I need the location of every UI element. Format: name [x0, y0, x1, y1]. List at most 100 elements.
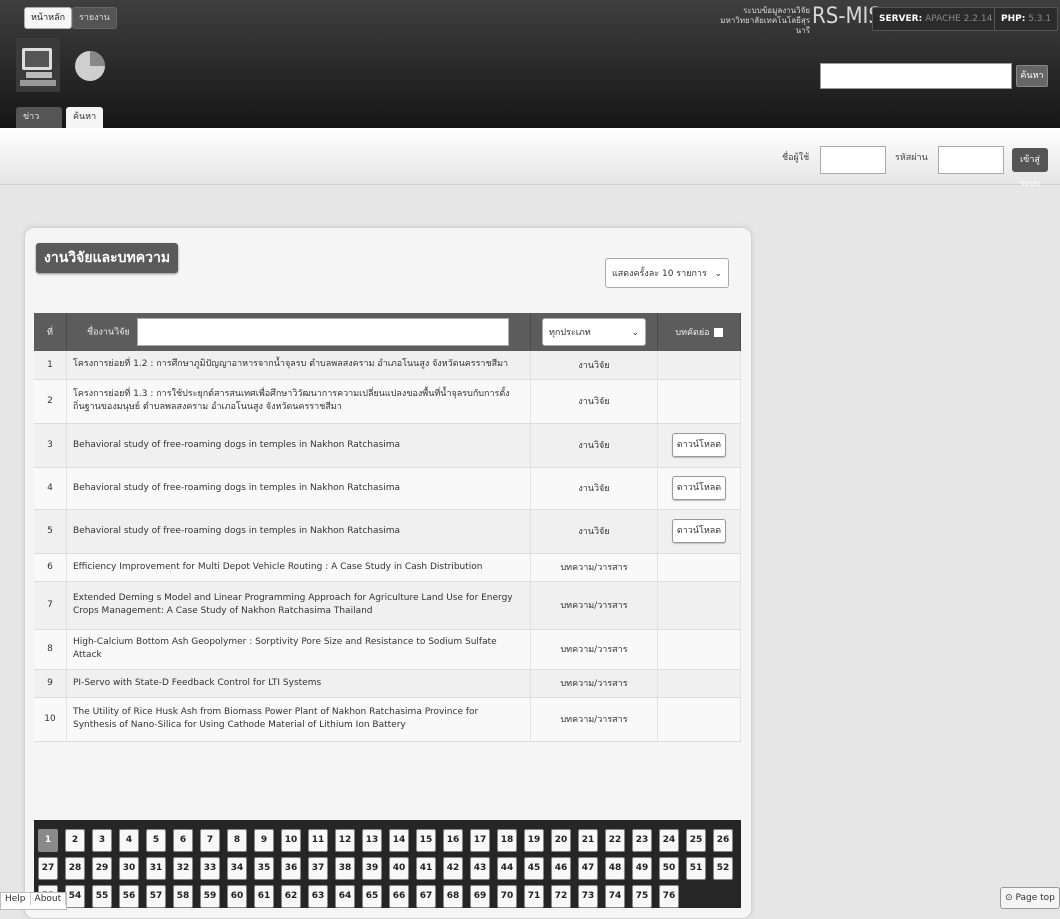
page-button[interactable]: 21	[578, 829, 598, 852]
page-button[interactable]: 18	[497, 829, 517, 852]
page-button[interactable]: 34	[227, 857, 247, 880]
computer-icon[interactable]	[16, 38, 60, 92]
page-button[interactable]: 44	[497, 857, 517, 880]
page-button[interactable]: 19	[524, 829, 544, 852]
page-button[interactable]: 30	[119, 857, 139, 880]
page-button[interactable]: 3	[92, 829, 112, 852]
download-button[interactable]: ดาวน์โหลด	[672, 476, 726, 500]
page-button[interactable]: 8	[227, 829, 247, 852]
page-button[interactable]: 76	[659, 885, 679, 908]
page-button[interactable]: 37	[308, 857, 328, 880]
page-button[interactable]: 5	[146, 829, 166, 852]
search-input[interactable]	[820, 63, 1012, 89]
help-link[interactable]: Help	[1, 893, 31, 905]
table-row[interactable]: 5 Behavioral study of free-roaming dogs i…	[34, 509, 741, 554]
per-page-select[interactable]: แสดงครั้งละ 10 รายการ ⌄	[605, 258, 729, 288]
table-row[interactable]: 3 Behavioral study of free-roaming dogs i…	[34, 423, 741, 468]
page-button[interactable]: 40	[389, 857, 409, 880]
page-button[interactable]: 61	[254, 885, 274, 908]
page-top-button[interactable]: ⊙ Page top	[1000, 887, 1060, 909]
page-button[interactable]: 41	[416, 857, 436, 880]
table-row[interactable]: 4 Behavioral study of free-roaming dogs i…	[34, 467, 741, 510]
page-button[interactable]: 54	[65, 885, 85, 908]
page-button[interactable]: 6	[173, 829, 193, 852]
download-button[interactable]: ดาวน์โหลด	[672, 433, 726, 457]
page-button[interactable]: 7	[200, 829, 220, 852]
tab-search-research[interactable]: ค้นหางานวิจัย	[66, 107, 104, 164]
page-button[interactable]: 28	[65, 857, 85, 880]
page-button[interactable]: 64	[335, 885, 355, 908]
page-button[interactable]: 4	[119, 829, 139, 852]
title-filter-input[interactable]	[136, 318, 509, 346]
page-button[interactable]: 42	[443, 857, 463, 880]
page-button[interactable]: 2	[65, 829, 85, 852]
page-button[interactable]: 56	[119, 885, 139, 908]
page-button[interactable]: 74	[605, 885, 625, 908]
pie-chart-icon[interactable]	[70, 38, 114, 92]
page-button[interactable]: 69	[470, 885, 490, 908]
page-button[interactable]: 63	[308, 885, 328, 908]
page-button[interactable]: 66	[389, 885, 409, 908]
page-button[interactable]: 29	[92, 857, 112, 880]
table-row[interactable]: 8 High-Calcium Bottom Ash Geopolymer : So…	[34, 629, 741, 670]
search-button[interactable]: ค้นหา	[1016, 65, 1048, 87]
page-button[interactable]: 48	[605, 857, 625, 880]
page-button[interactable]: 57	[146, 885, 166, 908]
table-row[interactable]: 7 Extended Deming s Model and Linear Prog…	[34, 581, 741, 630]
home-button[interactable]: หน้าหลัก	[24, 7, 73, 29]
page-button[interactable]: 25	[686, 829, 706, 852]
page-button[interactable]: 52	[713, 857, 733, 880]
page-button[interactable]: 1	[38, 829, 58, 852]
page-button[interactable]: 71	[524, 885, 544, 908]
page-button[interactable]: 55	[92, 885, 112, 908]
page-button[interactable]: 49	[632, 857, 652, 880]
table-row[interactable]: 10 The Utility of Rice Husk Ash from Biom…	[34, 697, 741, 742]
page-button[interactable]: 17	[470, 829, 490, 852]
page-button[interactable]: 70	[497, 885, 517, 908]
table-row[interactable]: 6 Efficiency Improvement for Multi Depot …	[34, 553, 741, 582]
page-button[interactable]: 68	[443, 885, 463, 908]
page-button[interactable]: 13	[362, 829, 382, 852]
page-button[interactable]: 32	[173, 857, 193, 880]
page-button[interactable]: 59	[200, 885, 220, 908]
page-button[interactable]: 45	[524, 857, 544, 880]
page-button[interactable]: 75	[632, 885, 652, 908]
page-button[interactable]: 62	[281, 885, 301, 908]
page-button[interactable]: 43	[470, 857, 490, 880]
login-button[interactable]: เข้าสู่ระบบ	[1012, 148, 1048, 189]
page-button[interactable]: 14	[389, 829, 409, 852]
page-button[interactable]: 35	[254, 857, 274, 880]
page-button[interactable]: 23	[632, 829, 652, 852]
page-button[interactable]: 73	[578, 885, 598, 908]
page-button[interactable]: 11	[308, 829, 328, 852]
table-row[interactable]: 9 PI-Servo with State-D Feedback Control …	[34, 669, 741, 698]
page-button[interactable]: 72	[551, 885, 571, 908]
page-button[interactable]: 16	[443, 829, 463, 852]
table-row[interactable]: 2 โครงการย่อยที่ 1.3 : การใช้ประยุกต์สารส…	[34, 379, 741, 424]
about-link[interactable]: About	[31, 893, 67, 905]
page-button[interactable]: 46	[551, 857, 571, 880]
page-button[interactable]: 60	[227, 885, 247, 908]
report-button[interactable]: รายงาน	[72, 7, 117, 29]
page-button[interactable]: 9	[254, 829, 274, 852]
page-button[interactable]: 24	[659, 829, 679, 852]
page-button[interactable]: 31	[146, 857, 166, 880]
page-button[interactable]: 20	[551, 829, 571, 852]
tab-news[interactable]: ข่าวประกาศ	[16, 107, 62, 143]
page-button[interactable]: 36	[281, 857, 301, 880]
page-button[interactable]: 50	[659, 857, 679, 880]
page-button[interactable]: 38	[335, 857, 355, 880]
username-field[interactable]	[820, 146, 886, 174]
page-button[interactable]: 39	[362, 857, 382, 880]
page-button[interactable]: 22	[605, 829, 625, 852]
page-button[interactable]: 12	[335, 829, 355, 852]
table-row[interactable]: 1 โครงการย่อยที่ 1.2 : การศึกษาภูมิปัญญาอ…	[34, 351, 741, 380]
type-filter-select[interactable]: ทุกประเภท ⌄	[542, 318, 646, 346]
page-button[interactable]: 10	[281, 829, 301, 852]
page-button[interactable]: 26	[713, 829, 733, 852]
page-button[interactable]: 65	[362, 885, 382, 908]
page-button[interactable]: 51	[686, 857, 706, 880]
page-button[interactable]: 33	[200, 857, 220, 880]
page-button[interactable]: 15	[416, 829, 436, 852]
page-button[interactable]: 47	[578, 857, 598, 880]
